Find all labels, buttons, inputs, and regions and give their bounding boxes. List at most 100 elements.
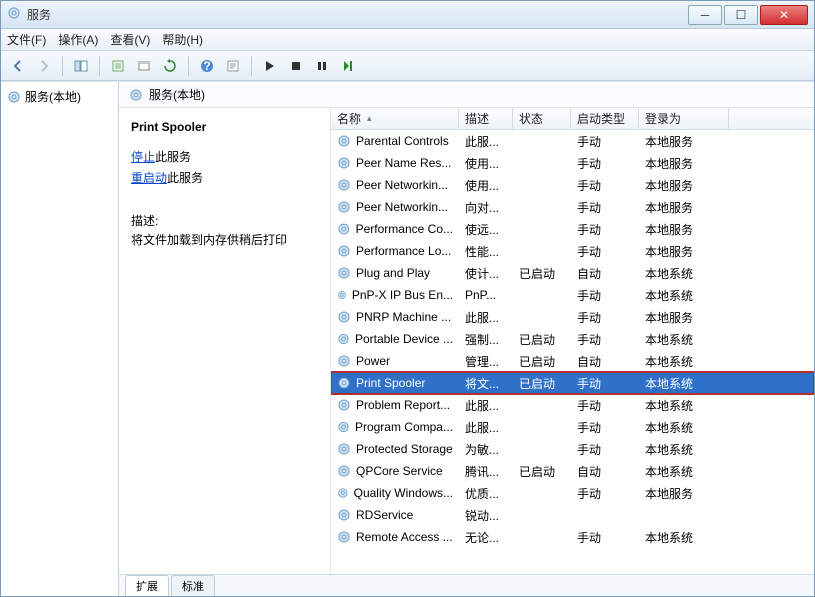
restart-service-link[interactable]: 重启动	[131, 171, 167, 185]
gear-icon	[337, 354, 351, 368]
cell-desc: 此服...	[459, 309, 513, 326]
description-text: 将文件加载到内存供稍后打印	[131, 231, 318, 248]
column-headers: 名称 描述 状态 启动类型 登录为	[331, 108, 814, 130]
cell-startup: 手动	[571, 485, 639, 502]
cell-name: PNRP Machine ...	[331, 310, 459, 324]
col-logon[interactable]: 登录为	[639, 108, 729, 129]
cell-logon: 本地系统	[639, 529, 729, 546]
service-row[interactable]: Peer Name Res...使用...手动本地服务	[331, 152, 814, 174]
minimize-button[interactable]: ─	[688, 5, 722, 25]
service-name-text: Peer Name Res...	[356, 156, 451, 170]
service-row[interactable]: QPCore Service腾讯...已启动自动本地系统	[331, 460, 814, 482]
service-row[interactable]: Protected Storage为敏...手动本地系统	[331, 438, 814, 460]
gear-icon	[337, 376, 351, 390]
refresh-button[interactable]	[159, 55, 181, 77]
service-row[interactable]: Performance Lo...性能...手动本地服务	[331, 240, 814, 262]
col-name[interactable]: 名称	[331, 108, 459, 129]
cell-desc: 管理...	[459, 353, 513, 370]
gear-icon	[337, 442, 351, 456]
start-service-button[interactable]	[259, 55, 281, 77]
service-row[interactable]: Peer Networkin...向对...手动本地服务	[331, 196, 814, 218]
gear-icon	[337, 310, 351, 324]
service-row[interactable]: Problem Report...此服...手动本地系统	[331, 394, 814, 416]
service-row[interactable]: Performance Co...使远...手动本地服务	[331, 218, 814, 240]
cell-name: Peer Name Res...	[331, 156, 459, 170]
gear-icon	[337, 222, 351, 236]
back-button[interactable]	[7, 55, 29, 77]
restart-link-row: 重启动此服务	[131, 169, 318, 186]
service-row[interactable]: Peer Networkin...使用...手动本地服务	[331, 174, 814, 196]
toolbar: ?	[1, 51, 814, 81]
service-row[interactable]: PNRP Machine ...此服...手动本地服务	[331, 306, 814, 328]
gear-icon	[337, 288, 347, 302]
details-button[interactable]	[222, 55, 244, 77]
service-name-text: Portable Device ...	[355, 332, 453, 346]
cell-startup: 手动	[571, 243, 639, 260]
service-row[interactable]: Portable Device ...强制...已启动手动本地系统	[331, 328, 814, 350]
service-name-text: Print Spooler	[356, 376, 425, 390]
service-row[interactable]: Quality Windows...优质...手动本地服务	[331, 482, 814, 504]
close-button[interactable]: ✕	[760, 5, 808, 25]
cell-desc: 锐动...	[459, 507, 513, 524]
cell-logon: 本地服务	[639, 221, 729, 238]
gear-icon	[337, 398, 351, 412]
toolbar-separator	[251, 56, 252, 76]
cell-name: Peer Networkin...	[331, 200, 459, 214]
cell-logon: 本地服务	[639, 177, 729, 194]
col-desc[interactable]: 描述	[459, 108, 513, 129]
gear-icon	[129, 88, 143, 102]
cell-name: PnP-X IP Bus En...	[331, 288, 459, 302]
cell-startup: 自动	[571, 353, 639, 370]
service-row[interactable]: Power管理...已启动自动本地系统	[331, 350, 814, 372]
properties-button[interactable]	[133, 55, 155, 77]
cell-name: RDService	[331, 508, 459, 522]
help-button[interactable]: ?	[196, 55, 218, 77]
cell-logon: 本地系统	[639, 441, 729, 458]
cell-name: QPCore Service	[331, 464, 459, 478]
forward-button[interactable]	[33, 55, 55, 77]
gear-icon	[337, 508, 351, 522]
toolbar-separator	[99, 56, 100, 76]
restart-service-button[interactable]	[337, 55, 359, 77]
cell-startup: 手动	[571, 529, 639, 546]
cell-desc: 无论...	[459, 529, 513, 546]
cell-logon: 本地系统	[639, 353, 729, 370]
service-row[interactable]: Plug and Play使计...已启动自动本地系统	[331, 262, 814, 284]
cell-desc: 向对...	[459, 199, 513, 216]
show-hide-tree-button[interactable]	[70, 55, 92, 77]
col-status[interactable]: 状态	[513, 108, 571, 129]
cell-startup: 手动	[571, 155, 639, 172]
service-name-text: Problem Report...	[356, 398, 450, 412]
stop-service-button[interactable]	[285, 55, 307, 77]
service-row[interactable]: Parental Controls此服...手动本地服务	[331, 130, 814, 152]
col-startup[interactable]: 启动类型	[571, 108, 639, 129]
menu-file[interactable]: 文件(F)	[7, 31, 46, 48]
service-name-text: Remote Access ...	[356, 530, 453, 544]
tab-extended[interactable]: 扩展	[125, 575, 169, 596]
service-rows[interactable]: Parental Controls此服...手动本地服务Peer Name Re…	[331, 130, 814, 574]
menu-view[interactable]: 查看(V)	[110, 31, 150, 48]
tree-root-services[interactable]: 服务(本地)	[7, 86, 112, 107]
service-row[interactable]: Remote Access ... 无论... 手动本地系统	[331, 526, 814, 548]
service-row[interactable]: Program Compa...此服...手动本地系统	[331, 416, 814, 438]
export-button[interactable]	[107, 55, 129, 77]
service-row[interactable]: Print Spooler将文...已启动手动本地系统	[331, 372, 814, 394]
service-name-text: Performance Co...	[356, 222, 453, 236]
service-row[interactable]: RDService锐动...	[331, 504, 814, 526]
titlebar[interactable]: 服务 ─ ☐ ✕	[1, 1, 814, 29]
menu-help[interactable]: 帮助(H)	[162, 31, 203, 48]
menu-action[interactable]: 操作(A)	[58, 31, 98, 48]
tab-standard[interactable]: 标准	[171, 575, 215, 596]
service-row[interactable]: PnP-X IP Bus En...PnP...手动本地系统	[331, 284, 814, 306]
maximize-button[interactable]: ☐	[724, 5, 758, 25]
cell-name: Quality Windows...	[331, 486, 459, 500]
stop-service-link[interactable]: 停止	[131, 150, 155, 164]
right-header-title: 服务(本地)	[149, 86, 205, 103]
bottom-tabs: 扩展 标准	[119, 574, 814, 596]
pause-service-button[interactable]	[311, 55, 333, 77]
service-name-text: QPCore Service	[356, 464, 443, 478]
right-pane: 服务(本地) Print Spooler 停止此服务 重启动此服务 描述: 将文…	[119, 82, 814, 596]
gear-icon	[337, 134, 351, 148]
cell-startup: 手动	[571, 133, 639, 150]
cell-logon: 本地服务	[639, 199, 729, 216]
